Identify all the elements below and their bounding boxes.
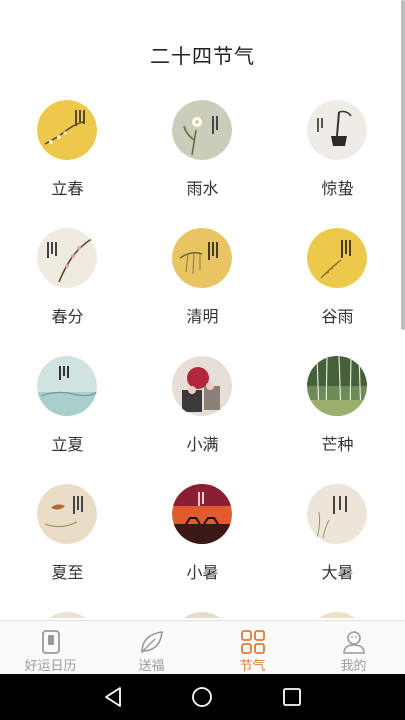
leaf-icon	[141, 631, 163, 654]
term-item-qingming[interactable]: 清明	[135, 228, 270, 356]
forest-image	[307, 356, 367, 416]
solar-terms-grid: 立春 雨水 惊蛰 春分 清明 谷雨 立夏 小满 芒种 夏至 小暑 大暑	[0, 100, 405, 618]
recents-icon[interactable]	[279, 684, 305, 710]
term-label: 清明	[186, 307, 219, 326]
back-icon[interactable]	[100, 684, 126, 710]
white-flower-image	[172, 100, 232, 160]
term-label: 谷雨	[321, 307, 354, 326]
tab-calendar[interactable]: 好运日历	[0, 621, 101, 675]
tab-label: 我的	[340, 659, 367, 674]
term-item-xiazhi[interactable]: 夏至	[0, 484, 135, 612]
tab-blessing[interactable]: 送福	[101, 621, 202, 675]
term-label: 立夏	[51, 435, 84, 454]
sunset-image	[172, 484, 232, 544]
partial-term-image	[307, 612, 367, 618]
willow-image	[172, 228, 232, 288]
term-item-yushui[interactable]: 雨水	[135, 100, 270, 228]
term-label: 夏至	[51, 563, 84, 582]
term-item-xiaoman[interactable]: 小满	[135, 356, 270, 484]
term-label: 小暑	[186, 563, 219, 582]
bottom-tab-bar: 好运日历 送福 节气 我的	[0, 620, 405, 675]
term-label: 芒种	[321, 435, 354, 454]
term-item-lichun[interactable]: 立春	[0, 100, 135, 228]
term-item-partial[interactable]	[270, 612, 405, 618]
cherry-branch-image	[37, 228, 97, 288]
term-item-lixia[interactable]: 立夏	[0, 356, 135, 484]
term-label: 小满	[186, 435, 219, 454]
lake-image	[37, 356, 97, 416]
grain-image	[307, 228, 367, 288]
partial-term-image	[172, 612, 232, 618]
painting-image	[172, 356, 232, 416]
tab-label: 送福	[138, 659, 165, 674]
system-nav-bar	[0, 674, 405, 720]
term-item-xiaoshu[interactable]: 小暑	[135, 484, 270, 612]
grid-icon	[241, 630, 265, 654]
fish-image	[37, 484, 97, 544]
term-item-mangzhong[interactable]: 芒种	[270, 356, 405, 484]
term-label: 大暑	[321, 563, 354, 582]
term-label: 立春	[51, 179, 84, 198]
calendar-icon	[42, 630, 60, 654]
grass-image	[307, 484, 367, 544]
term-item-dashu[interactable]: 大暑	[270, 484, 405, 612]
user-icon	[343, 631, 365, 654]
term-item-chunfen[interactable]: 春分	[0, 228, 135, 356]
tab-label: 好运日历	[24, 659, 77, 674]
tab-profile[interactable]: 我的	[303, 621, 404, 675]
term-item-jingzhe[interactable]: 惊蛰	[270, 100, 405, 228]
home-icon[interactable]	[189, 684, 215, 710]
term-label: 雨水	[186, 179, 219, 198]
partial-term-image	[37, 612, 97, 618]
term-item-guyu[interactable]: 谷雨	[270, 228, 405, 356]
term-label: 惊蛰	[321, 179, 354, 198]
tab-label: 节气	[239, 659, 266, 674]
teapot-image	[307, 100, 367, 160]
plum-blossom-image	[37, 100, 97, 160]
tab-solar-terms[interactable]: 节气	[202, 621, 303, 675]
page-title: 二十四节气	[150, 44, 255, 68]
term-label: 春分	[51, 307, 84, 326]
term-item-partial[interactable]	[135, 612, 270, 618]
term-item-partial[interactable]	[0, 612, 135, 618]
